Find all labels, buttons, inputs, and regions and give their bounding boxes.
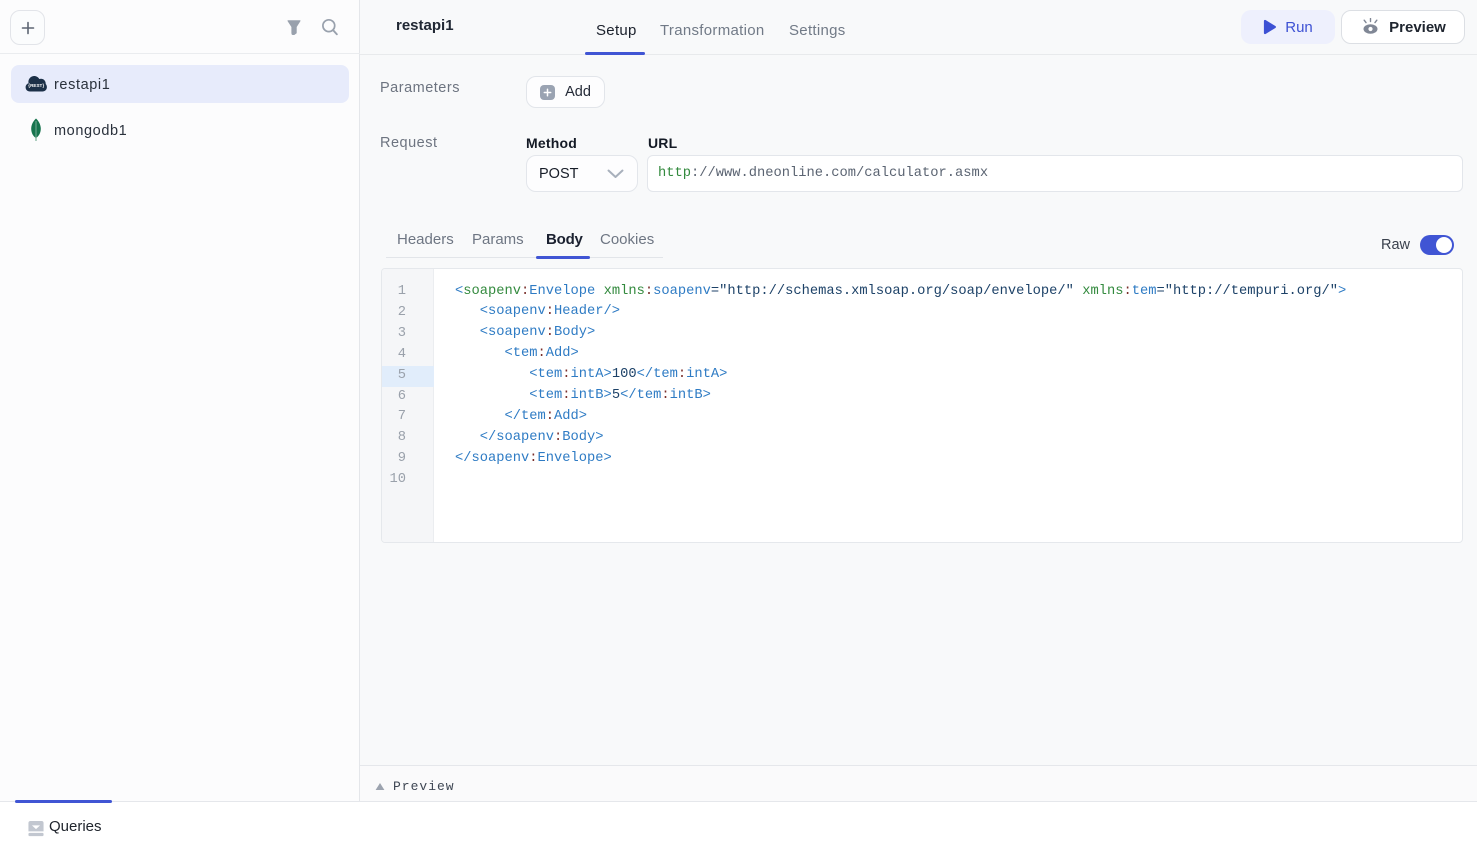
svg-text:{REST}: {REST} bbox=[28, 83, 44, 88]
